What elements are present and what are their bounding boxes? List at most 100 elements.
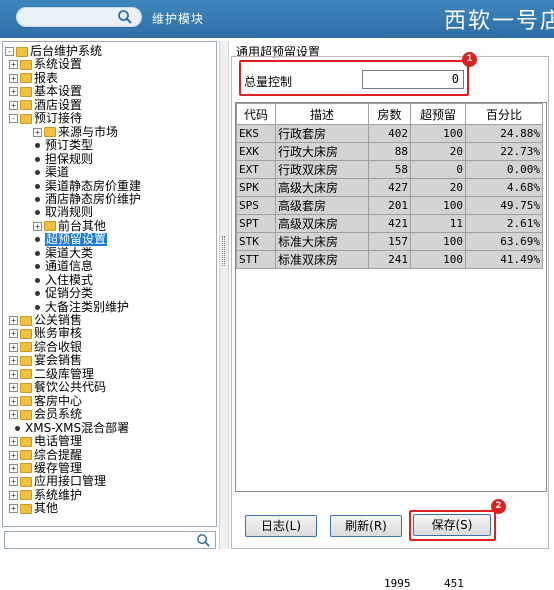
tree-item[interactable]: 入住模式 bbox=[33, 273, 93, 287]
expand-icon[interactable]: + bbox=[9, 369, 18, 379]
tree-item[interactable]: 渠道静态房价重建 bbox=[33, 179, 141, 193]
table-row[interactable]: SPT 高级双床房 421 11 2.61% bbox=[236, 214, 543, 233]
tree-item[interactable]: 渠道大类 bbox=[33, 246, 93, 260]
tree-item[interactable]: + 客房中心 bbox=[9, 394, 82, 408]
table-row[interactable]: EXT 行政双床房 58 0 0.00% bbox=[236, 160, 543, 179]
table-row[interactable]: EXK 行政大床房 88 20 22.73% bbox=[236, 142, 543, 161]
cell-description: 行政套房 bbox=[275, 124, 369, 143]
tree-item[interactable]: + 酒店设置 bbox=[9, 98, 82, 112]
column-header-percentage[interactable]: 百分比 bbox=[465, 103, 543, 125]
tree-item[interactable]: + 电话管理 bbox=[9, 435, 82, 448]
expand-icon[interactable]: + bbox=[33, 127, 42, 137]
expand-icon[interactable]: + bbox=[9, 356, 18, 366]
app-header: 维护模块 西软一号店 bbox=[0, 0, 554, 38]
tree-item[interactable]: + 缓存管理 bbox=[9, 461, 82, 475]
folder-icon bbox=[20, 113, 32, 124]
cell-overbooking-input[interactable]: 100 bbox=[410, 124, 466, 143]
cell-rooms: 58 bbox=[368, 160, 411, 179]
panel-splitter[interactable] bbox=[219, 41, 229, 549]
cell-code: EXT bbox=[236, 160, 276, 179]
tree-item[interactable]: 超预留设置 bbox=[33, 233, 108, 247]
tree-item-label: 基本设置 bbox=[34, 84, 83, 99]
log-button[interactable]: 日志(L) bbox=[245, 515, 317, 537]
expand-icon[interactable]: + bbox=[9, 100, 18, 110]
tree-item[interactable]: XMS-XMS混合部署 bbox=[13, 421, 129, 435]
expand-icon[interactable]: + bbox=[9, 490, 18, 500]
expand-icon[interactable]: + bbox=[9, 410, 18, 420]
cell-overbooking-input[interactable]: 20 bbox=[410, 178, 466, 197]
expand-icon[interactable]: + bbox=[9, 437, 18, 447]
cell-overbooking-input[interactable]: 100 bbox=[410, 196, 466, 215]
expand-icon[interactable]: + bbox=[9, 477, 18, 487]
tree-item[interactable]: + 宴会销售 bbox=[9, 354, 82, 367]
tree-item[interactable]: + 会员系统 bbox=[9, 408, 82, 421]
tree-item[interactable]: + 账务审核 bbox=[9, 327, 82, 340]
save-button[interactable]: 保存(S) bbox=[413, 514, 491, 536]
expand-icon[interactable]: + bbox=[9, 316, 18, 325]
cell-percentage: 41.49% bbox=[465, 250, 543, 269]
refresh-button[interactable]: 刷新(R) bbox=[330, 515, 402, 537]
tree-item[interactable]: 预订类型 bbox=[33, 139, 93, 152]
expand-icon[interactable]: + bbox=[9, 463, 18, 473]
expand-icon[interactable]: + bbox=[9, 504, 18, 514]
tree-item[interactable]: + 系统设置 bbox=[9, 58, 82, 71]
tree-item[interactable]: + 报表 bbox=[9, 71, 58, 85]
table-row[interactable]: SPK 高级大床房 427 20 4.68% bbox=[236, 178, 543, 197]
expand-icon[interactable]: + bbox=[9, 87, 18, 97]
expand-icon[interactable]: + bbox=[9, 396, 18, 406]
cell-overbooking-input[interactable]: 100 bbox=[410, 232, 466, 251]
cell-percentage: 22.73% bbox=[465, 142, 543, 161]
column-header-description[interactable]: 描述 bbox=[275, 103, 369, 125]
tree-search-input[interactable] bbox=[4, 531, 216, 549]
total-control-input[interactable]: 0 bbox=[362, 70, 464, 89]
table-row[interactable]: STT 标准双床房 241 100 41.49% bbox=[236, 250, 543, 269]
cell-overbooking-input[interactable]: 0 bbox=[410, 160, 466, 179]
bullet-icon bbox=[35, 156, 40, 162]
expand-icon[interactable]: + bbox=[33, 221, 42, 231]
tree-item[interactable]: 担保规则 bbox=[33, 152, 93, 166]
tree-item[interactable]: + 餐饮公共代码 bbox=[9, 381, 106, 394]
splitter-grip[interactable] bbox=[222, 236, 225, 266]
bullet-icon bbox=[15, 425, 20, 431]
folder-icon bbox=[20, 328, 32, 339]
tree-item[interactable]: 通道信息 bbox=[33, 260, 93, 273]
tree-item[interactable]: + 前台其他 bbox=[33, 219, 106, 233]
tree-item[interactable]: + 二级库管理 bbox=[9, 367, 94, 381]
tree-item[interactable]: + 综合提醒 bbox=[9, 448, 82, 462]
table-row[interactable]: SPS 高级套房 201 100 49.75% bbox=[236, 196, 543, 215]
expand-icon[interactable]: + bbox=[9, 73, 18, 83]
tree-item[interactable]: 大备注类别维护 bbox=[33, 300, 129, 314]
tree-item[interactable]: 取消规则 bbox=[33, 206, 93, 219]
table-row[interactable]: STK 标准大床房 157 100 63.69% bbox=[236, 232, 543, 251]
tree-item[interactable]: 促销分类 bbox=[33, 287, 93, 300]
tree-item[interactable]: + 基本设置 bbox=[9, 85, 82, 98]
column-header-code[interactable]: 代码 bbox=[236, 103, 276, 125]
collapse-icon[interactable]: - bbox=[5, 47, 14, 56]
column-header-rooms[interactable]: 房数 bbox=[368, 103, 411, 125]
bullet-icon bbox=[35, 304, 40, 310]
expand-icon[interactable]: + bbox=[9, 60, 18, 70]
expand-icon[interactable]: + bbox=[9, 383, 18, 393]
module-search-input[interactable] bbox=[16, 7, 142, 27]
search-icon bbox=[197, 534, 210, 547]
tree-item-label: 应用接口管理 bbox=[34, 474, 107, 489]
column-header-overbooking[interactable]: 超预留 bbox=[410, 103, 466, 125]
tree-item[interactable]: + 系统维护 bbox=[9, 488, 82, 502]
collapse-icon[interactable]: - bbox=[9, 114, 18, 124]
tree-item-label: 来源与市场 bbox=[58, 124, 119, 139]
tree-item[interactable]: - 后台维护系统 bbox=[5, 45, 102, 58]
cell-overbooking-input[interactable]: 100 bbox=[410, 250, 466, 269]
tree-item[interactable]: + 综合收银 bbox=[9, 340, 82, 354]
tree-item[interactable]: - 预订接待 bbox=[9, 112, 82, 125]
cell-overbooking-input[interactable]: 11 bbox=[410, 214, 466, 233]
table-row[interactable]: EKS 行政套房 402 100 24.88% bbox=[236, 124, 543, 143]
tree-item[interactable]: 酒店静态房价维护 bbox=[33, 192, 141, 206]
tree-item[interactable]: + 其他 bbox=[9, 502, 58, 515]
expand-icon[interactable]: + bbox=[9, 329, 18, 339]
expand-icon[interactable]: + bbox=[9, 342, 18, 352]
tree-item[interactable]: + 应用接口管理 bbox=[9, 475, 106, 488]
expand-icon[interactable]: + bbox=[9, 450, 18, 460]
cell-overbooking-input[interactable]: 20 bbox=[410, 142, 466, 161]
tree-item[interactable]: 渠道 bbox=[33, 166, 69, 179]
tree-item[interactable]: + 来源与市场 bbox=[33, 124, 119, 139]
